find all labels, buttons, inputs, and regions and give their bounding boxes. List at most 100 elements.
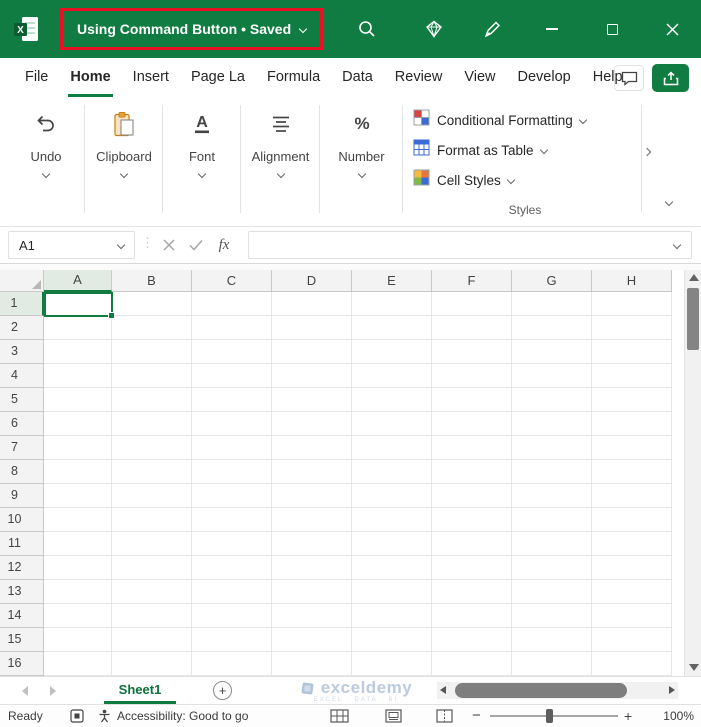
- ribbon-separator: [240, 105, 241, 213]
- row-header-7[interactable]: 7: [0, 436, 44, 460]
- minimize-button[interactable]: [532, 9, 572, 49]
- normal-view-button[interactable]: [330, 709, 349, 723]
- undo-group-button[interactable]: Undo: [8, 107, 84, 191]
- ribbon-tab-data[interactable]: Data: [331, 58, 384, 97]
- scroll-right-icon[interactable]: [669, 686, 675, 694]
- grid-row-line: [44, 604, 672, 628]
- vertical-scrollbar-thumb[interactable]: [687, 288, 699, 350]
- share-button[interactable]: [652, 64, 689, 92]
- vertical-scrollbar[interactable]: [684, 270, 701, 676]
- conditional-formatting-button[interactable]: Conditional Formatting: [411, 105, 639, 135]
- collapse-ribbon-icon[interactable]: [664, 197, 674, 207]
- formula-input[interactable]: [248, 231, 692, 259]
- column-header-G[interactable]: G: [512, 270, 592, 292]
- macro-record-button[interactable]: [70, 709, 84, 723]
- search-button[interactable]: [347, 9, 387, 49]
- row-header-2[interactable]: 2: [0, 316, 44, 340]
- draw-pen-button[interactable]: [472, 9, 512, 49]
- row-header-13[interactable]: 13: [0, 580, 44, 604]
- format-as-table-button[interactable]: Format as Table: [411, 135, 639, 165]
- column-header-B[interactable]: B: [112, 270, 192, 292]
- ribbon-tab-formula[interactable]: Formula: [256, 58, 331, 97]
- row-header-5[interactable]: 5: [0, 388, 44, 412]
- ribbon-tab-develop[interactable]: Develop: [507, 58, 582, 97]
- macro-record-icon: [70, 709, 84, 723]
- insert-function-button[interactable]: fx: [213, 234, 235, 256]
- zoom-slider[interactable]: [490, 709, 618, 723]
- ribbon-tab-insert[interactable]: Insert: [122, 58, 180, 97]
- horizontal-scrollbar[interactable]: [437, 682, 678, 699]
- row-header-3[interactable]: 3: [0, 340, 44, 364]
- row-header-12[interactable]: 12: [0, 556, 44, 580]
- column-header-C[interactable]: C: [192, 270, 272, 292]
- conditional-formatting-icon: [413, 109, 430, 131]
- sheet-nav-left-icon[interactable]: [22, 686, 28, 696]
- maximize-button[interactable]: [592, 9, 632, 49]
- ribbon-scroll-right-icon[interactable]: [642, 147, 652, 157]
- ribbon: Undo Clipboard A Font Alignment % Number…: [0, 97, 701, 227]
- zoom-out-button[interactable]: −: [472, 705, 481, 727]
- scroll-left-icon[interactable]: [440, 686, 446, 694]
- row-header-6[interactable]: 6: [0, 412, 44, 436]
- row-header-8[interactable]: 8: [0, 460, 44, 484]
- diamond-button[interactable]: [414, 9, 454, 49]
- zoom-level[interactable]: 100%: [644, 705, 694, 727]
- chevron-down-icon: [578, 115, 588, 125]
- annotation-highlight-title-dropdown[interactable]: Using Command Button • Saved: [60, 8, 324, 50]
- horizontal-scrollbar-thumb[interactable]: [455, 683, 627, 698]
- drag-handle-icon[interactable]: ⋮: [141, 235, 154, 251]
- ribbon-tab-pagela[interactable]: Page La: [180, 58, 256, 97]
- document-title: Using Command Button • Saved: [77, 21, 292, 37]
- new-sheet-button[interactable]: +: [213, 681, 232, 700]
- row-header-14[interactable]: 14: [0, 604, 44, 628]
- grid-row-line: [44, 460, 672, 484]
- column-header-D[interactable]: D: [272, 270, 352, 292]
- close-button[interactable]: [652, 9, 692, 49]
- ribbon-tab-home[interactable]: Home: [59, 58, 121, 97]
- column-header-F[interactable]: F: [432, 270, 512, 292]
- zoom-slider-thumb[interactable]: [546, 709, 553, 723]
- sheet-tab-sheet1[interactable]: Sheet1: [104, 677, 176, 704]
- cells-area[interactable]: [44, 292, 672, 676]
- number-group-button[interactable]: % Number: [321, 107, 402, 191]
- name-box[interactable]: A1: [8, 231, 135, 259]
- select-all-corner[interactable]: [0, 270, 44, 292]
- row-header-1[interactable]: 1: [0, 292, 44, 316]
- sheet-nav-right-icon[interactable]: [50, 686, 56, 696]
- percent-icon: %: [350, 107, 374, 141]
- comments-button[interactable]: [614, 65, 644, 91]
- font-group-button[interactable]: A Font: [164, 107, 240, 191]
- ribbon-separator: [641, 105, 642, 213]
- page-layout-view-button[interactable]: [385, 709, 402, 723]
- fill-handle[interactable]: [108, 312, 115, 319]
- row-header-11[interactable]: 11: [0, 532, 44, 556]
- row-header-9[interactable]: 9: [0, 484, 44, 508]
- zoom-in-button[interactable]: +: [624, 705, 632, 727]
- row-header-4[interactable]: 4: [0, 364, 44, 388]
- row-header-15[interactable]: 15: [0, 628, 44, 652]
- scroll-up-icon[interactable]: [689, 274, 699, 281]
- alignment-group-button[interactable]: Alignment: [242, 107, 319, 191]
- ribbon-tab-view[interactable]: View: [453, 58, 506, 97]
- ribbon-tab-file[interactable]: File: [14, 58, 59, 97]
- column-header-H[interactable]: H: [592, 270, 672, 292]
- row-header-16[interactable]: 16: [0, 652, 44, 676]
- scroll-down-icon[interactable]: [689, 664, 699, 671]
- page-break-icon: [436, 709, 453, 723]
- column-header-A[interactable]: A: [44, 270, 112, 292]
- column-header-E[interactable]: E: [352, 270, 432, 292]
- clipboard-group-button[interactable]: Clipboard: [86, 107, 162, 191]
- cancel-entry-button[interactable]: [158, 234, 180, 256]
- fx-icon: fx: [218, 236, 230, 253]
- enter-entry-button[interactable]: [185, 234, 207, 256]
- ribbon-tab-review[interactable]: Review: [384, 58, 454, 97]
- grid-column-line: [671, 292, 672, 676]
- accessibility-status[interactable]: Accessibility: Good to go: [117, 705, 248, 727]
- row-header-10[interactable]: 10: [0, 508, 44, 532]
- ribbon-tab-bar: File Home Insert Page La Formula Data Review Vi…: [0, 58, 701, 97]
- accessibility-button[interactable]: [98, 709, 111, 723]
- clipboard-icon: [111, 107, 137, 141]
- page-break-view-button[interactable]: [436, 709, 453, 723]
- selected-cell-a1[interactable]: [44, 292, 115, 319]
- cell-styles-button[interactable]: Cell Styles: [411, 165, 639, 195]
